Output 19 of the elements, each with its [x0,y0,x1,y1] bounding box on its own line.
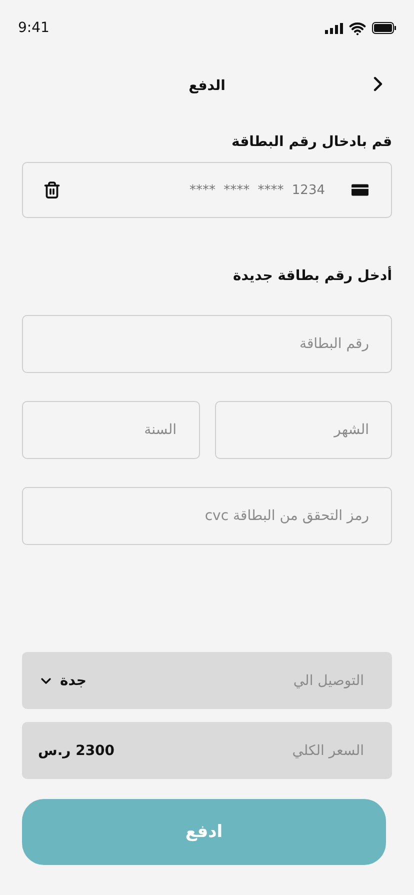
battery-icon [372,22,396,34]
section-label: قم بادخال رقم البطاقة [230,134,392,150]
delivery-label: التوصيل الي [293,672,364,688]
wifi-icon [349,20,366,36]
total-label: السعر الكلي [292,742,364,758]
cvc-field[interactable]: رمز التحقق من البطاقة cvc [22,487,392,545]
status-time: 9:41 [18,20,50,36]
section-label: أدخل رقم بطاقة جديدة [232,268,392,284]
city-dropdown[interactable]: جدة [38,672,86,688]
saved-card-field[interactable]: **** **** **** 1234 [22,162,392,218]
total-price: 2300 ر.س [38,742,115,758]
page-title: الدفع [188,78,226,94]
expiry-field[interactable]: السنة [22,401,200,459]
pay-button[interactable]: ادفع [22,799,386,865]
signal-icon [325,22,343,34]
masked-card-number: **** **** **** 1234 [190,182,325,198]
expiry-field[interactable]: الشهر [214,401,392,459]
card-number-field[interactable]: رقم البطاقة [22,315,392,373]
delete-icon[interactable] [43,181,61,199]
